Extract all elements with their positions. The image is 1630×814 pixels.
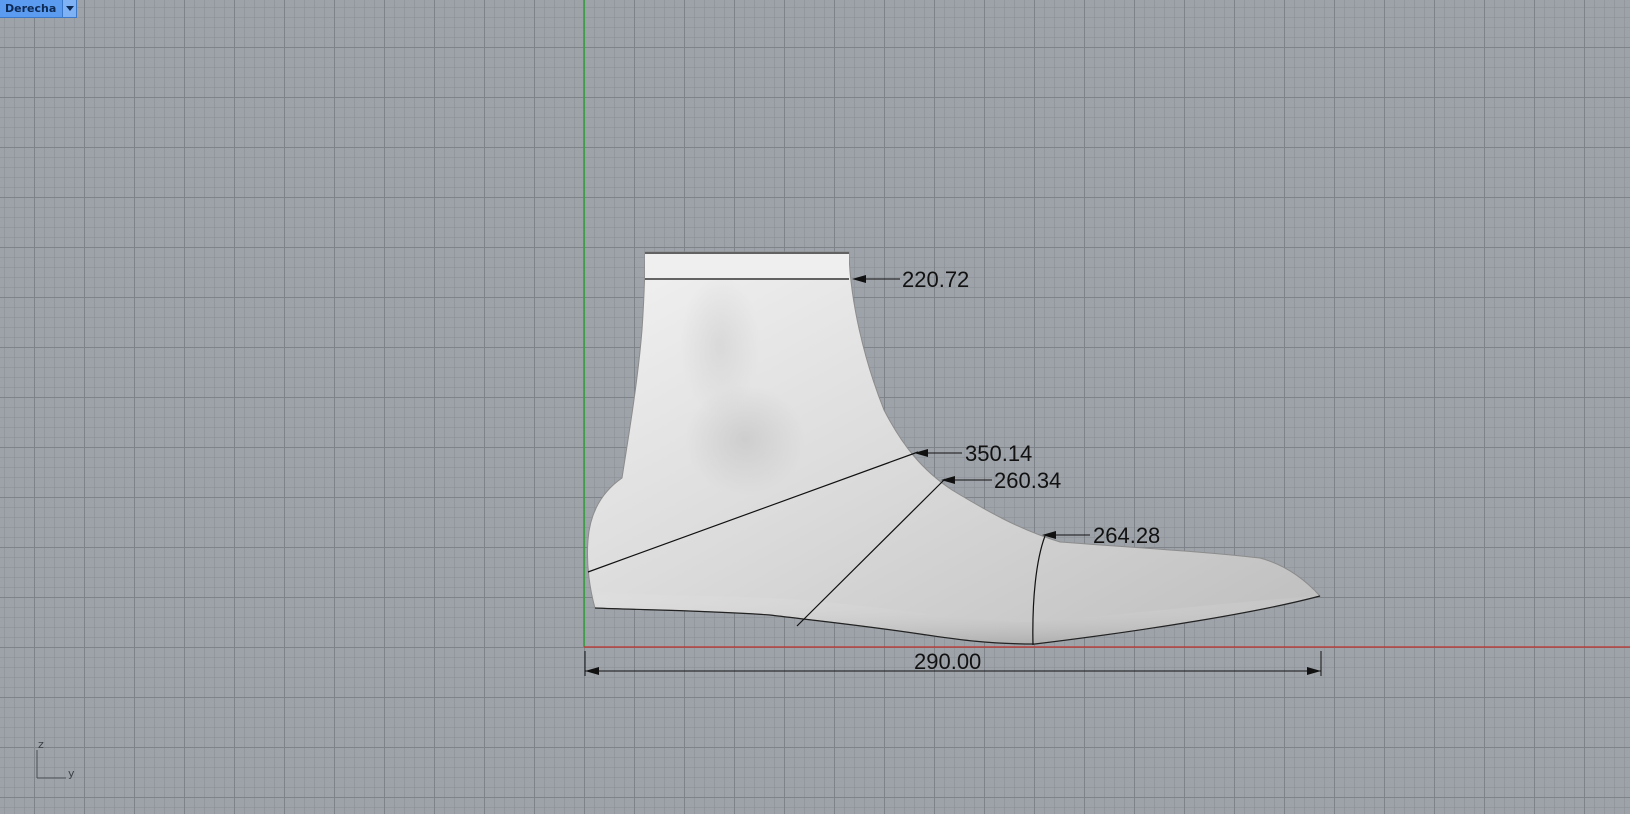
viewport-title-tab[interactable]: Derecha: [0, 0, 78, 18]
right-viewport[interactable]: 220.72 350.14 260.34 264.28 290.00 z y D…: [0, 0, 1630, 814]
viewport-scene: 220.72 350.14 260.34 264.28 290.00 z y: [36, 0, 1630, 780]
dimension-label-top-opening[interactable]: 220.72: [902, 267, 969, 292]
viewport-title[interactable]: Derecha: [0, 0, 62, 17]
dimension-label-instep-diagonal[interactable]: 350.14: [965, 441, 1032, 466]
leader-instep-girth: [941, 476, 992, 484]
axis-widget: z y: [36, 738, 75, 780]
triangle-down-icon[interactable]: [62, 0, 77, 17]
leader-ball-girth: [1042, 531, 1090, 539]
dimension-label-ball-girth[interactable]: 264.28: [1093, 523, 1160, 548]
axis-label-y: y: [68, 767, 75, 780]
axis-label-z: z: [38, 738, 44, 751]
leader-top-opening: [852, 275, 900, 283]
leader-instep-diagonal: [914, 449, 962, 457]
dimension-label-instep-girth[interactable]: 260.34: [994, 468, 1061, 493]
boot-last-model[interactable]: [587, 251, 1321, 645]
dimension-label-overall-length[interactable]: 290.00: [914, 649, 981, 674]
